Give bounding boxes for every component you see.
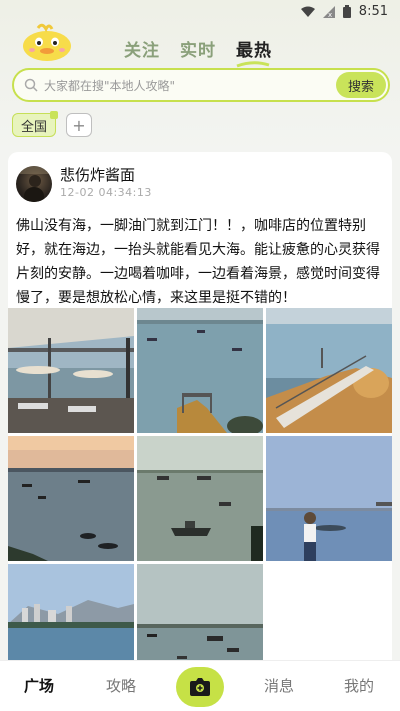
harbor-pier-photo[interactable] — [137, 308, 263, 433]
region-chip-label: 全国 — [21, 119, 48, 135]
author-name[interactable]: 悲伤炸酱面 — [60, 164, 135, 185]
battery-icon — [342, 5, 351, 18]
active-tab-underline — [236, 61, 270, 68]
post-card[interactable]: 悲伤炸酱面 12-02 04:34:13 佛山没有海，一脚油门就到江门！！，咖啡… — [8, 152, 392, 689]
signal-icon: x — [322, 5, 335, 18]
evening-boats-photo[interactable] — [137, 436, 263, 561]
photo-grid — [8, 308, 392, 689]
search-button[interactable]: 搜索 — [336, 72, 386, 98]
mascot-logo[interactable] — [20, 20, 74, 62]
nav-square[interactable]: 广场 — [24, 675, 54, 696]
person-seaside-photo[interactable] — [266, 436, 392, 561]
status-time: 8:51 — [358, 4, 388, 19]
svg-text:x: x — [328, 11, 332, 18]
region-chip-all[interactable]: 全国 — [12, 111, 59, 137]
post-time: 12-02 04:34:13 — [60, 186, 152, 199]
wifi-icon — [300, 6, 315, 17]
search-icon — [24, 78, 38, 92]
search-bar[interactable]: 大家都在搜"本地人攻略" 搜索 — [12, 68, 390, 102]
bottom-nav: 广场 攻略 消息 我的 — [0, 660, 400, 711]
tab-hottest-label: 最热 — [236, 41, 272, 61]
tab-realtime[interactable]: 实时 — [180, 36, 216, 61]
cafe-terrace-photo[interactable] — [8, 308, 134, 433]
tab-following[interactable]: 关注 — [124, 36, 160, 61]
chip-corner-mark — [50, 111, 59, 119]
publish-button[interactable] — [176, 667, 224, 707]
post-text: 佛山没有海，一脚油门就到江门！！，咖啡店的位置特别好，就在海边，一抬头就能看见大… — [16, 218, 380, 306]
feed-tabs: 关注 实时 最热 — [124, 36, 272, 68]
nav-profile[interactable]: 我的 — [344, 675, 374, 696]
tab-hottest[interactable]: 最热 — [236, 36, 272, 68]
sunset-boats-photo[interactable] — [8, 436, 134, 561]
camera-icon — [190, 678, 210, 696]
nav-messages[interactable]: 消息 — [264, 675, 294, 696]
avatar[interactable] — [16, 166, 52, 202]
boardwalk-rocks-photo[interactable] — [266, 308, 392, 433]
add-region-button[interactable]: + — [66, 113, 92, 137]
nav-guides[interactable]: 攻略 — [106, 675, 136, 696]
